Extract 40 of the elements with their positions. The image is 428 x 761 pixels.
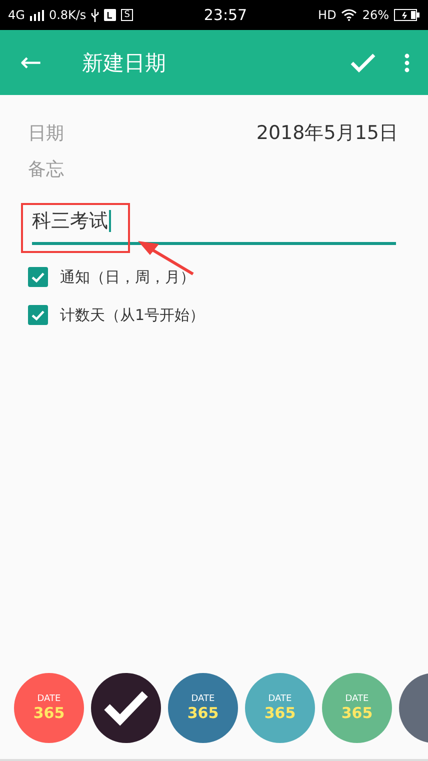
theme-number: 365 [264, 704, 296, 722]
theme-number: 365 [341, 704, 373, 722]
network-type: 4G [8, 8, 25, 22]
theme-caption: DATE [191, 694, 215, 704]
check-icon [103, 690, 149, 726]
check-icon [31, 272, 45, 282]
theme-caption: DATE [268, 694, 292, 704]
memo-field[interactable]: 科三考试 [32, 195, 396, 245]
confirm-icon[interactable] [350, 52, 376, 72]
signal-icon [30, 10, 44, 20]
date-value[interactable]: 2018年5月15日 [256, 120, 398, 146]
theme-caption: DATE [37, 694, 61, 704]
screen-title: 新建日期 [82, 50, 167, 76]
clock: 23:57 [204, 6, 248, 24]
back-button[interactable]: ← [20, 48, 42, 78]
theme-swatch[interactable]: DATE 365 [245, 673, 315, 743]
memo-label: 备忘 [28, 158, 65, 181]
wifi-icon [341, 9, 358, 21]
battery-level: 26% [362, 8, 389, 22]
checkbox[interactable] [28, 305, 48, 325]
more-icon[interactable] [404, 52, 410, 72]
check-icon [31, 310, 45, 320]
usb-icon [91, 8, 100, 22]
battery-icon [394, 9, 420, 21]
text-cursor [109, 210, 111, 232]
date-label: 日期 [28, 122, 64, 145]
option-label: 计数天（从1号开始） [60, 306, 205, 324]
theme-swatch[interactable]: DATE 365 [168, 673, 238, 743]
theme-swatch[interactable]: DATE 365 [14, 673, 84, 743]
theme-swatch[interactable]: DATE 365 [322, 673, 392, 743]
network-speed: 0.8K/s [48, 8, 86, 22]
notification-badge: S [121, 9, 133, 21]
option-label: 通知（日，周，月） [60, 268, 195, 286]
hd-indicator: HD [318, 8, 336, 22]
theme-caption: DATE [345, 694, 369, 704]
app-icon [104, 9, 116, 21]
checkbox[interactable] [28, 267, 48, 287]
theme-number: 365 [33, 704, 65, 722]
memo-text: 科三考试 [32, 208, 108, 234]
theme-number: 365 [187, 704, 219, 722]
